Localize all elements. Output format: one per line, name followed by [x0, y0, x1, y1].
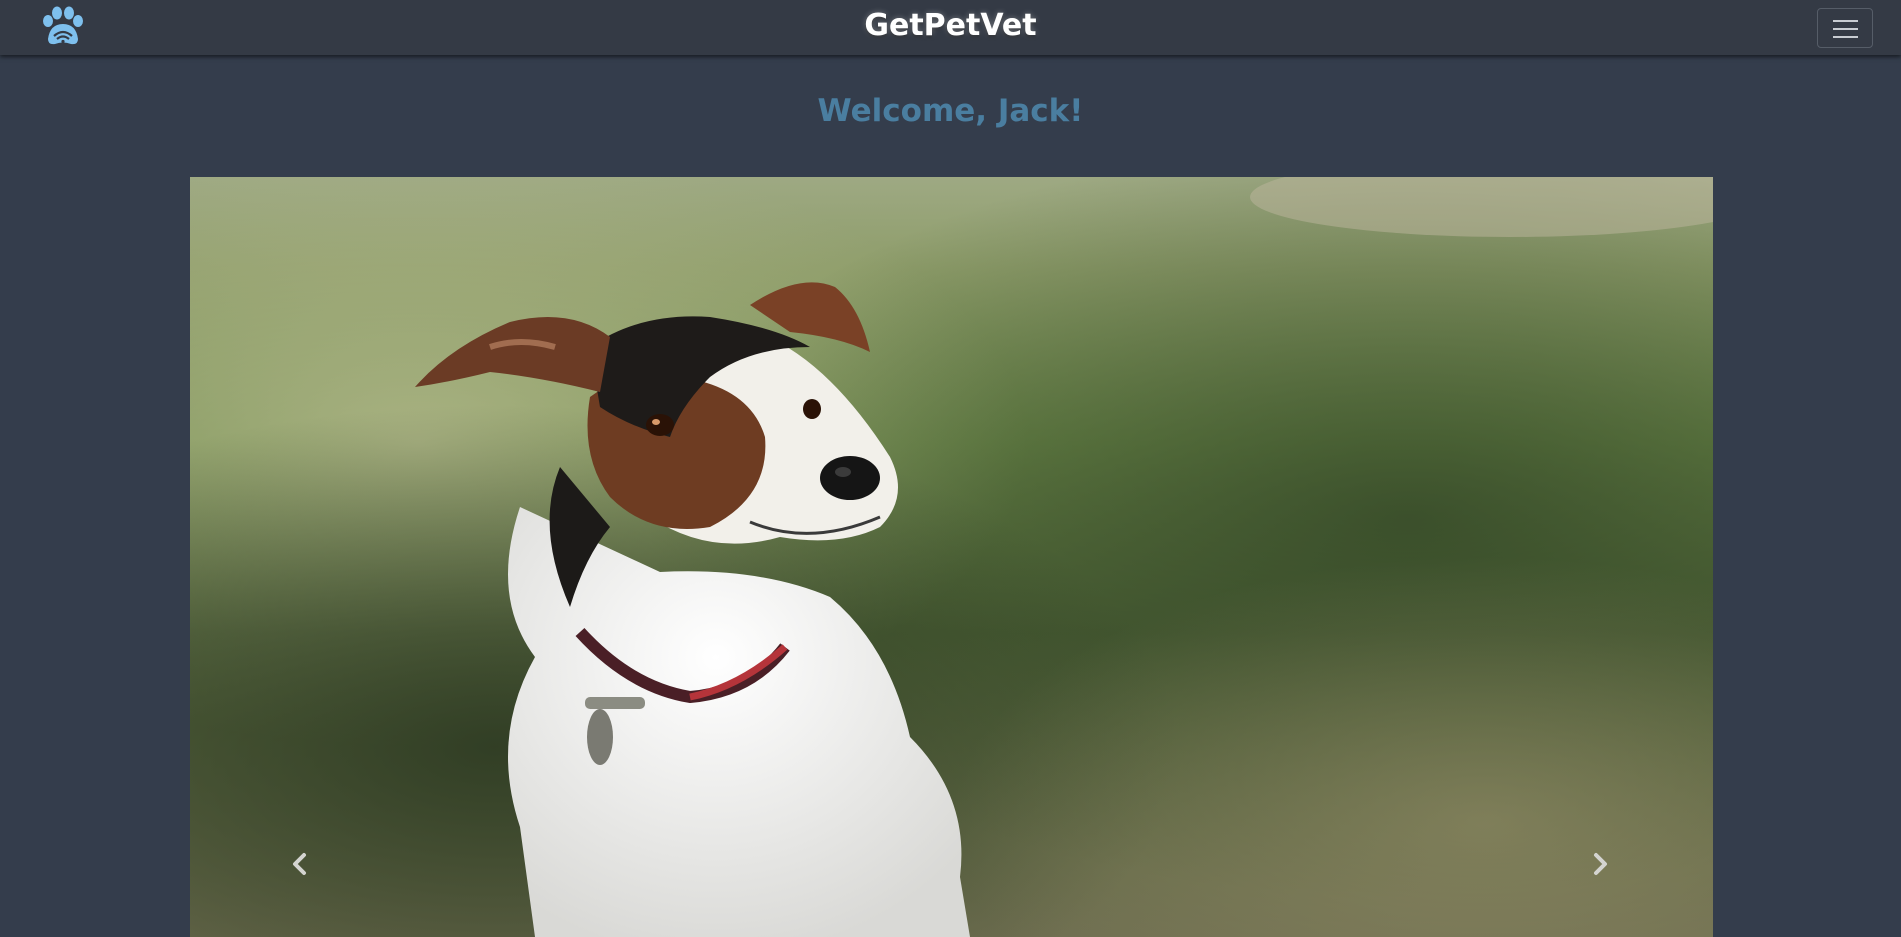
image-carousel	[190, 177, 1713, 937]
hamburger-menu-icon	[1833, 20, 1858, 22]
carousel-prev-button[interactable]	[260, 822, 340, 902]
hamburger-menu-button[interactable]	[1817, 8, 1873, 48]
dog-photo	[190, 177, 1713, 937]
welcome-heading: Welcome, Jack!	[817, 93, 1084, 129]
chevron-left-icon	[293, 853, 306, 875]
hamburger-menu-icon-bar	[1833, 28, 1858, 30]
navbar: GetPetVet	[0, 0, 1901, 55]
carousel-next-button[interactable]	[1560, 822, 1640, 902]
chevron-right-icon	[1594, 853, 1607, 875]
hamburger-menu-icon-bar	[1833, 36, 1858, 38]
brand-title[interactable]: GetPetVet	[0, 8, 1901, 43]
